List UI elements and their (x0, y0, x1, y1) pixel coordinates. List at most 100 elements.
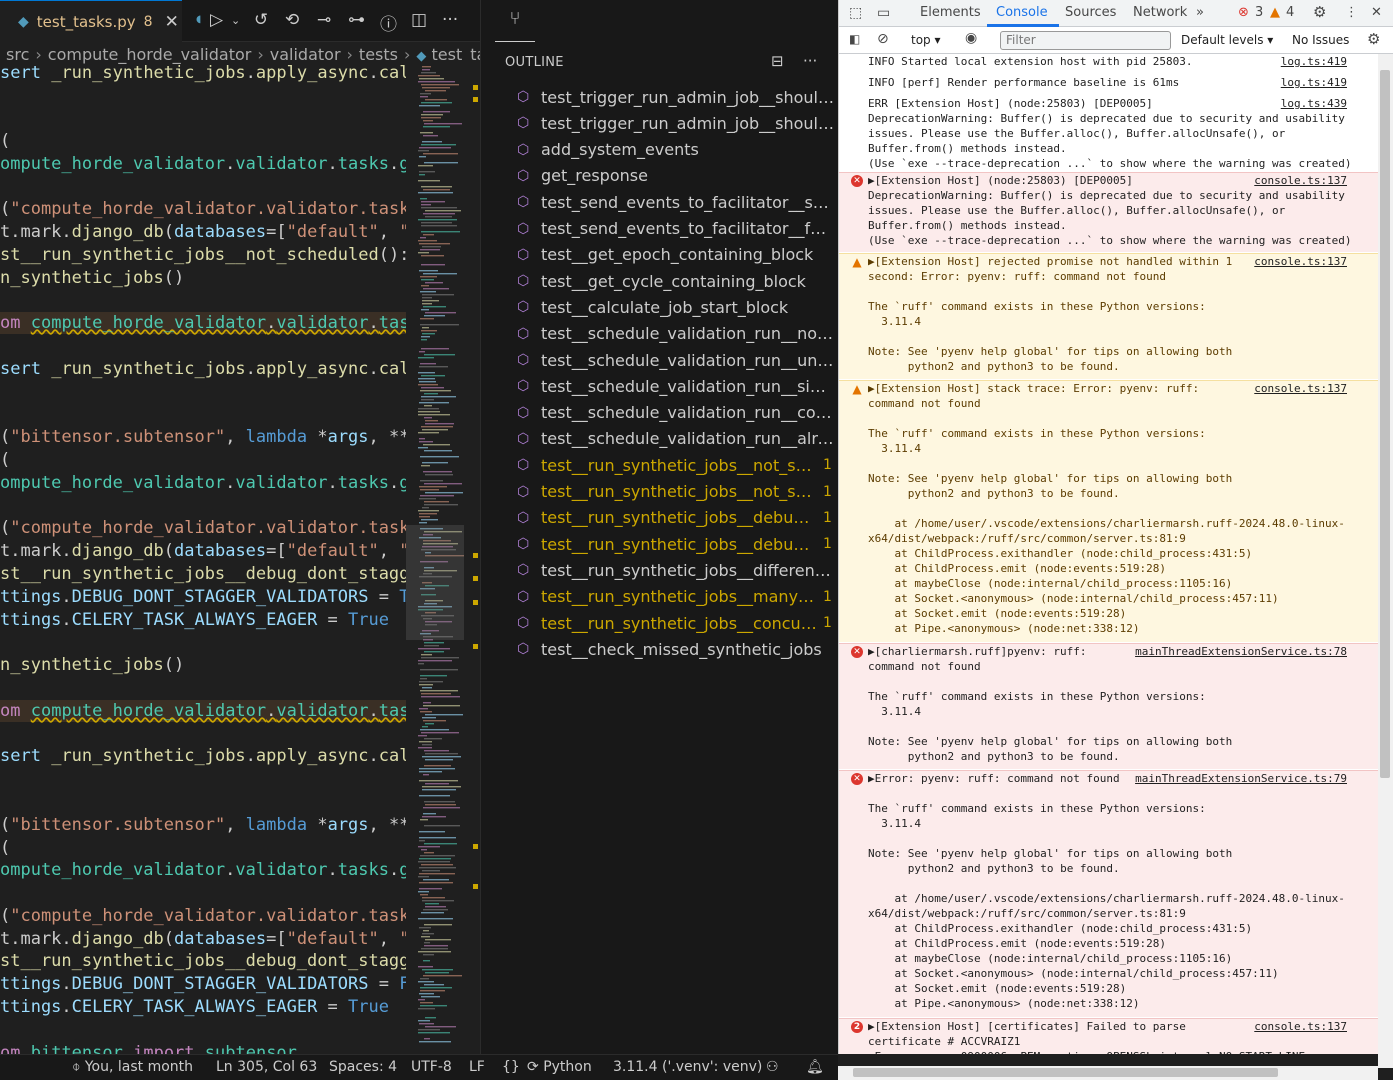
code-line[interactable]: om bittensor import subtensor (0, 1042, 297, 1054)
code-line[interactable]: ( (0, 449, 10, 471)
console-message[interactable]: 2 ▶[Extension Host] [certificates] Failed… (839, 1018, 1379, 1054)
collapse-all-icon[interactable]: ⊟ (771, 52, 784, 70)
context-select[interactable]: top ▾ (911, 33, 941, 47)
error-count[interactable]: 3 (1255, 5, 1263, 20)
code-line[interactable]: ttings.DEBUG_DONT_STAGGER_VALIDATORS = F… (0, 973, 406, 995)
commit-icon[interactable]: ⊸ (317, 10, 331, 30)
close-icon[interactable]: ✕ (1371, 5, 1382, 20)
code-line[interactable]: ttings.DEBUG_DONT_STAGGER_VALIDATORS = T (0, 586, 406, 608)
outline-item[interactable]: ⬡ test_trigger_run_admin_job__should_not_… (517, 110, 837, 136)
overflow-tab-icon[interactable]: ◖ (196, 14, 201, 25)
code-line[interactable]: ("bittensor.subtensor", lambda *args, ** (0, 814, 406, 836)
console-message[interactable]: INFO [perf] Render performance baseline … (839, 75, 1379, 96)
settings-icon[interactable]: ⚙ (1313, 3, 1326, 21)
outline-item[interactable]: ⬡ test__schedule_validation_run__concurre… (517, 400, 837, 426)
code-line[interactable]: ompute_horde_validator.validator.tasks.g… (0, 472, 406, 494)
outline-item[interactable]: ⬡ test_trigger_run_admin_job__should_trig… (517, 84, 837, 110)
code-view[interactable]: sert _run_synthetic_jobs.apply_async.cal… (0, 62, 406, 1054)
code-line[interactable]: ompute_horde_validator.validator.tasks.g… (0, 859, 406, 881)
clear-console-icon[interactable]: ⊘ (877, 31, 889, 47)
outline-item[interactable]: ⬡ get_response (517, 163, 837, 189)
inspect-element-icon[interactable]: ⬚ (849, 5, 862, 21)
code-line[interactable]: sert _run_synthetic_jobs.apply_async.cal (0, 358, 406, 380)
source-link[interactable]: log.ts:419 (1281, 54, 1347, 69)
code-line[interactable]: t.mark.django_db(databases=["default", " (0, 928, 406, 950)
console-message[interactable]: ▲ ▶[Extension Host] rejected promise not … (839, 253, 1379, 379)
outline-item[interactable]: ⬡ test__calculate_job_start_block (517, 294, 837, 320)
outline-item[interactable]: ⬡ test__schedule_validation_run__already_… (517, 426, 837, 452)
outline-item[interactable]: ⬡ test__run_synthetic_jobs__not_scheduled… (517, 479, 837, 505)
error-count-icon[interactable]: ⊗ (1238, 5, 1249, 20)
code-line[interactable]: ("compute_horde_validator.validator.task (0, 517, 406, 539)
notifications-icon[interactable]: 🔔︎ (806, 1059, 824, 1075)
source-link[interactable]: mainThreadExtensionService.ts:79 (1135, 771, 1347, 786)
outline-item[interactable]: ⬡ test_send_events_to_facilitator__succes… (517, 189, 837, 215)
outline-item[interactable]: ⬡ test__get_epoch_containing_block (517, 242, 837, 268)
tab-elements[interactable]: Elements (920, 5, 981, 20)
more-actions-icon[interactable]: ··· (803, 52, 817, 70)
outline-item[interactable]: ⬡ test_send_events_to_facilitator__failur… (517, 216, 837, 242)
source-link[interactable]: log.ts:419 (1281, 75, 1347, 90)
issues-counter[interactable]: No Issues (1292, 33, 1349, 47)
line-ending[interactable]: LF (469, 1059, 485, 1075)
code-line[interactable]: ( (0, 130, 10, 152)
previous-change-icon[interactable]: ⟲ (285, 10, 299, 30)
code-line[interactable]: sert _run_synthetic_jobs.apply_async.cal (0, 62, 406, 84)
code-line[interactable]: t.mark.django_db(databases=["default", " (0, 221, 406, 243)
outline-item[interactable]: ⬡ test__run_synthetic_jobs__many_schedule… (517, 584, 837, 610)
source-link[interactable]: console.ts:137 (1254, 254, 1347, 269)
outline-item[interactable]: ⬡ test__run_synthetic_jobs__concurrent 1 (517, 610, 837, 636)
code-line[interactable]: n_synthetic_jobs() (0, 267, 184, 289)
encoding[interactable]: UTF-8 (411, 1059, 452, 1075)
code-line[interactable]: ttings.CELERY_TASK_ALWAYS_EAGER = True (0, 609, 389, 631)
code-line[interactable]: t.mark.django_db(databases=["default", " (0, 540, 406, 562)
console-message[interactable]: INFO Started local extension host with p… (839, 54, 1379, 75)
outline-item[interactable]: ⬡ test__check_missed_synthetic_jobs (517, 636, 837, 662)
split-editor-icon[interactable]: ◫ (411, 10, 427, 30)
warning-count-icon[interactable]: ▲ (1270, 5, 1280, 20)
tab-test-tasks[interactable]: ◆ test_tasks.py 8 ✕ (0, 0, 182, 42)
code-line[interactable]: ( (0, 837, 10, 859)
minimap-slider[interactable] (406, 525, 464, 640)
tab-sources[interactable]: Sources (1065, 5, 1116, 20)
cursor-position[interactable]: Ln 305, Col 63 (216, 1059, 317, 1075)
source-link[interactable]: console.ts:137 (1254, 1019, 1347, 1034)
run-icon[interactable]: ▷ (210, 10, 223, 30)
console-message[interactable]: ▲ ▶[Extension Host] stack trace: Error: p… (839, 380, 1379, 642)
language-mode[interactable]: ⟳ Python (527, 1059, 592, 1075)
code-line[interactable]: n_synthetic_jobs() (0, 654, 184, 676)
overview-ruler[interactable] (464, 62, 480, 1054)
code-line[interactable]: ompute_horde_validator.validator.tasks.g… (0, 153, 406, 175)
code-line[interactable]: ("compute_horde_validator.validator.task (0, 905, 406, 927)
levels-select[interactable]: Default levels ▾ (1181, 33, 1273, 47)
outline-item[interactable]: ⬡ test__schedule_validation_run__simple (517, 373, 837, 399)
source-link[interactable]: log.ts:439 (1281, 96, 1347, 111)
console-message[interactable]: ✕ ▶[Extension Host] (node:25803) [DEP0005… (839, 172, 1379, 252)
indentation[interactable]: Spaces: 4 (329, 1059, 397, 1075)
outline-view-icon[interactable]: ⑂ (495, 8, 535, 42)
timeline-icon[interactable]: ↺ (254, 10, 268, 30)
python-interpreter[interactable]: 3.11.4 ('.venv': venv) (613, 1059, 762, 1075)
console-scroll-thumb[interactable] (1380, 70, 1390, 778)
live-expression-icon[interactable]: ◉ (965, 30, 977, 46)
outline-item[interactable]: ⬡ test__run_synthetic_jobs__not_serving 1 (517, 452, 837, 478)
console-settings-icon[interactable]: ⚙ (1367, 30, 1380, 48)
filter-input[interactable]: Filter (1000, 31, 1171, 50)
outline-item[interactable]: ⬡ add_system_events (517, 137, 837, 163)
console-message[interactable]: ERR [Extension Host] (node:25803) [DEP00… (839, 96, 1379, 171)
console-hscroll-thumb[interactable] (853, 1068, 1278, 1077)
next-change-icon[interactable]: ⊶ (348, 10, 365, 30)
chevron-down-icon[interactable]: ⌄ (231, 14, 240, 27)
more-actions-icon[interactable]: ··· (442, 10, 458, 30)
warning-count[interactable]: 4 (1286, 5, 1294, 20)
sidebar-toggle-icon[interactable]: ◧ (849, 32, 860, 46)
source-link[interactable]: mainThreadExtensionService.ts:78 (1135, 644, 1347, 659)
close-icon[interactable]: ✕ (165, 12, 179, 32)
tab-network[interactable]: Network (1133, 5, 1187, 20)
copilot-icon[interactable]: ⚇ (766, 1059, 779, 1075)
outline-item[interactable]: ⬡ test__run_synthetic_jobs__different_tim… (517, 557, 837, 583)
code-line[interactable]: st__run_synthetic_jobs__debug_dont_stagg… (0, 563, 406, 585)
code-line[interactable]: ("compute_horde_validator.validator.task (0, 198, 406, 220)
source-link[interactable]: console.ts:137 (1254, 381, 1347, 396)
console-log[interactable]: INFO Started local extension host with p… (839, 54, 1379, 1054)
